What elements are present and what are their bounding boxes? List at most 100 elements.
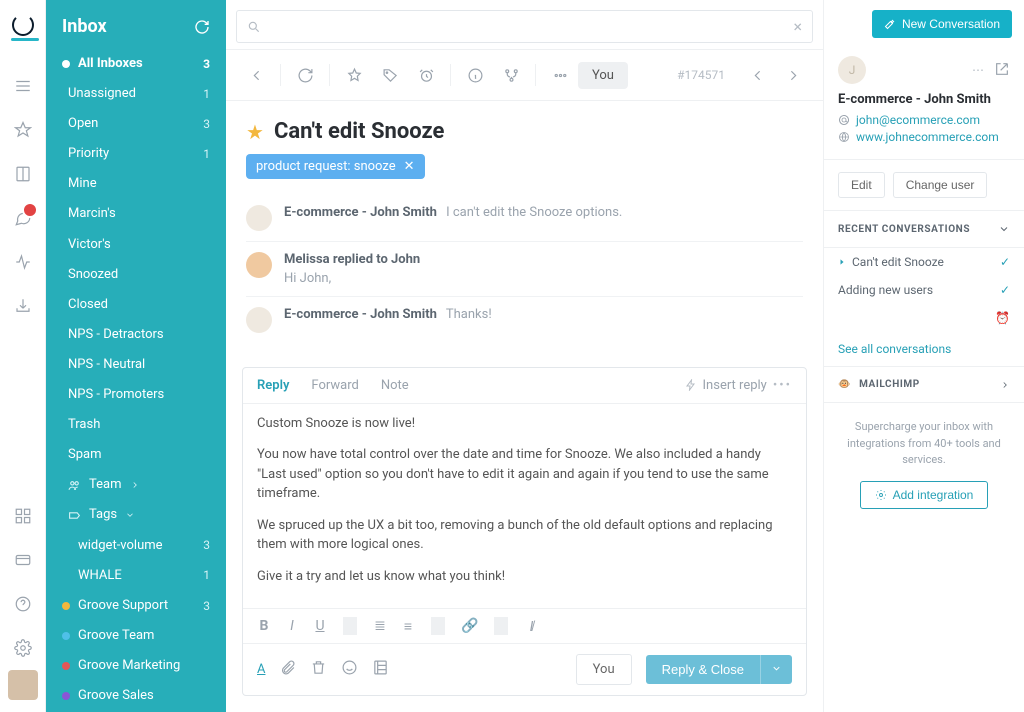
download-icon[interactable]: [10, 293, 36, 319]
see-all-conversations[interactable]: See all conversations: [824, 332, 1024, 367]
edit-button[interactable]: Edit: [838, 172, 885, 198]
snooze-icon[interactable]: [408, 58, 444, 92]
thread-message[interactable]: E-commerce - John Smith I can't edit the…: [246, 195, 803, 241]
message-preview: Thanks!: [443, 307, 492, 322]
sidebar-folder[interactable]: Marcin's: [46, 199, 226, 229]
prev-icon[interactable]: [739, 58, 775, 92]
add-integration-button[interactable]: Add integration: [860, 481, 989, 509]
chat-icon[interactable]: [10, 205, 36, 231]
underline-icon[interactable]: U: [313, 618, 327, 634]
sidebar-inbox[interactable]: Groove Support 3: [46, 591, 226, 621]
trash-icon[interactable]: [310, 659, 327, 680]
sidebar-tags[interactable]: Tags: [46, 500, 226, 530]
help-icon[interactable]: [10, 591, 36, 617]
emoji-icon[interactable]: [341, 659, 358, 680]
sidebar-all-inboxes[interactable]: All Inboxes 3: [46, 49, 226, 79]
gear-icon[interactable]: [10, 635, 36, 661]
recent-conversation[interactable]: Adding new users✓: [824, 276, 1024, 304]
list-ul-icon[interactable]: ≣: [373, 618, 387, 634]
composer-more-icon[interactable]: •••: [773, 378, 792, 393]
recent-conversations-header[interactable]: Recent Conversations: [824, 211, 1024, 248]
tab-note[interactable]: Note: [381, 378, 409, 393]
thread-message[interactable]: Melissa replied to JohnHi John,: [246, 241, 803, 296]
assignee-pill[interactable]: You: [578, 62, 628, 89]
bold-icon[interactable]: B: [257, 618, 271, 634]
sidebar-tag[interactable]: WHALE1: [46, 561, 226, 591]
text-color-icon[interactable]: A: [257, 662, 265, 677]
insert-reply[interactable]: Insert reply: [703, 378, 767, 393]
branch-icon[interactable]: [493, 58, 529, 92]
sidebar-folder[interactable]: Closed: [46, 290, 226, 320]
sidebar-folder[interactable]: Snoozed: [46, 260, 226, 290]
sidebar-inbox[interactable]: Groove Sales: [46, 681, 226, 711]
star-filled-icon[interactable]: ★: [246, 122, 264, 142]
sidebar-folder[interactable]: NPS - Neutral: [46, 350, 226, 380]
search-clear-icon[interactable]: ×: [793, 17, 802, 36]
search-field[interactable]: [269, 19, 793, 34]
sidebar-inbox[interactable]: Groove Team: [46, 621, 226, 651]
more-icon[interactable]: [542, 58, 578, 92]
tag-icon[interactable]: [372, 58, 408, 92]
logo[interactable]: [12, 14, 34, 36]
refresh-icon[interactable]: [194, 19, 210, 35]
remove-tag-icon[interactable]: ✕: [404, 159, 415, 174]
contact-more-icon[interactable]: ⋯: [972, 63, 984, 77]
back-icon[interactable]: [238, 58, 274, 92]
change-user-button[interactable]: Change user: [893, 172, 988, 198]
card-icon[interactable]: [10, 547, 36, 573]
new-conversation-button[interactable]: New Conversation: [872, 10, 1012, 38]
activity-icon[interactable]: [10, 249, 36, 275]
tab-reply[interactable]: Reply: [257, 378, 289, 393]
info-icon[interactable]: [457, 58, 493, 92]
recent-conversation[interactable]: ⏰: [824, 304, 1024, 332]
sidebar-item-count: 3: [203, 596, 210, 616]
sidebar-item-label: Snoozed: [68, 264, 118, 286]
message-line: Hi John,: [284, 271, 803, 286]
message-avatar: [246, 252, 272, 278]
sidebar-folder[interactable]: Mine: [46, 169, 226, 199]
attach-icon[interactable]: [279, 659, 296, 680]
recent-conversation[interactable]: Can't edit Snooze✓: [824, 248, 1024, 276]
list-ol-icon[interactable]: ≡: [401, 618, 415, 635]
sidebar-folder[interactable]: Priority1: [46, 139, 226, 169]
italic-icon[interactable]: I: [285, 618, 299, 634]
sidebar-inbox[interactable]: Groove Marketing: [46, 651, 226, 681]
grid-icon[interactable]: [10, 503, 36, 529]
search-input[interactable]: ×: [236, 10, 813, 43]
user-avatar[interactable]: [8, 670, 38, 700]
tab-forward[interactable]: Forward: [311, 378, 358, 393]
sidebar-folder[interactable]: Spam: [46, 440, 226, 470]
open-contact-icon[interactable]: [994, 61, 1010, 80]
contact-website[interactable]: www.johnecommerce.com: [838, 130, 1010, 144]
reply-close-button[interactable]: Reply & Close: [646, 655, 760, 684]
contact-email[interactable]: john@ecommerce.com: [838, 113, 1010, 127]
sidebar-item-label: Marcin's: [68, 203, 116, 225]
sidebar-team[interactable]: Team: [46, 470, 226, 500]
sidebar-folder[interactable]: Victor's: [46, 230, 226, 260]
hamburger-icon[interactable]: [10, 73, 36, 99]
star-icon[interactable]: [336, 58, 372, 92]
next-icon[interactable]: [775, 58, 811, 92]
composer-body[interactable]: Custom Snooze is now live!You now have t…: [243, 404, 806, 609]
compass-icon[interactable]: [10, 117, 36, 143]
recent-label: Adding new users: [838, 283, 933, 297]
book-icon[interactable]: [10, 161, 36, 187]
link-icon[interactable]: 🔗: [461, 618, 478, 634]
thread-tag[interactable]: product request: snooze ✕: [246, 154, 425, 179]
sidebar-folder[interactable]: Unassigned1: [46, 79, 226, 109]
sidebar-item-label: Groove Team: [78, 625, 154, 647]
sidebar-folder[interactable]: NPS - Detractors: [46, 320, 226, 350]
refresh-icon[interactable]: [287, 58, 323, 92]
sidebar-folder[interactable]: Trash: [46, 410, 226, 440]
thread-message[interactable]: E-commerce - John Smith Thanks!: [246, 296, 803, 343]
message-preview: I can't edit the Snooze options.: [443, 205, 622, 220]
sidebar-item-label: Groove Support: [78, 595, 168, 617]
sidebar-folder[interactable]: Open3: [46, 109, 226, 139]
assignee-self[interactable]: You: [576, 654, 632, 685]
sidebar-tag[interactable]: widget-volume3: [46, 531, 226, 561]
reply-close-dropdown[interactable]: [760, 655, 792, 684]
sidebar-folder[interactable]: NPS - Promoters: [46, 380, 226, 410]
integration-mailchimp[interactable]: 🐵Mailchimp: [824, 367, 1024, 403]
template-icon[interactable]: [372, 659, 389, 680]
clear-format-icon[interactable]: I̸: [524, 618, 538, 635]
